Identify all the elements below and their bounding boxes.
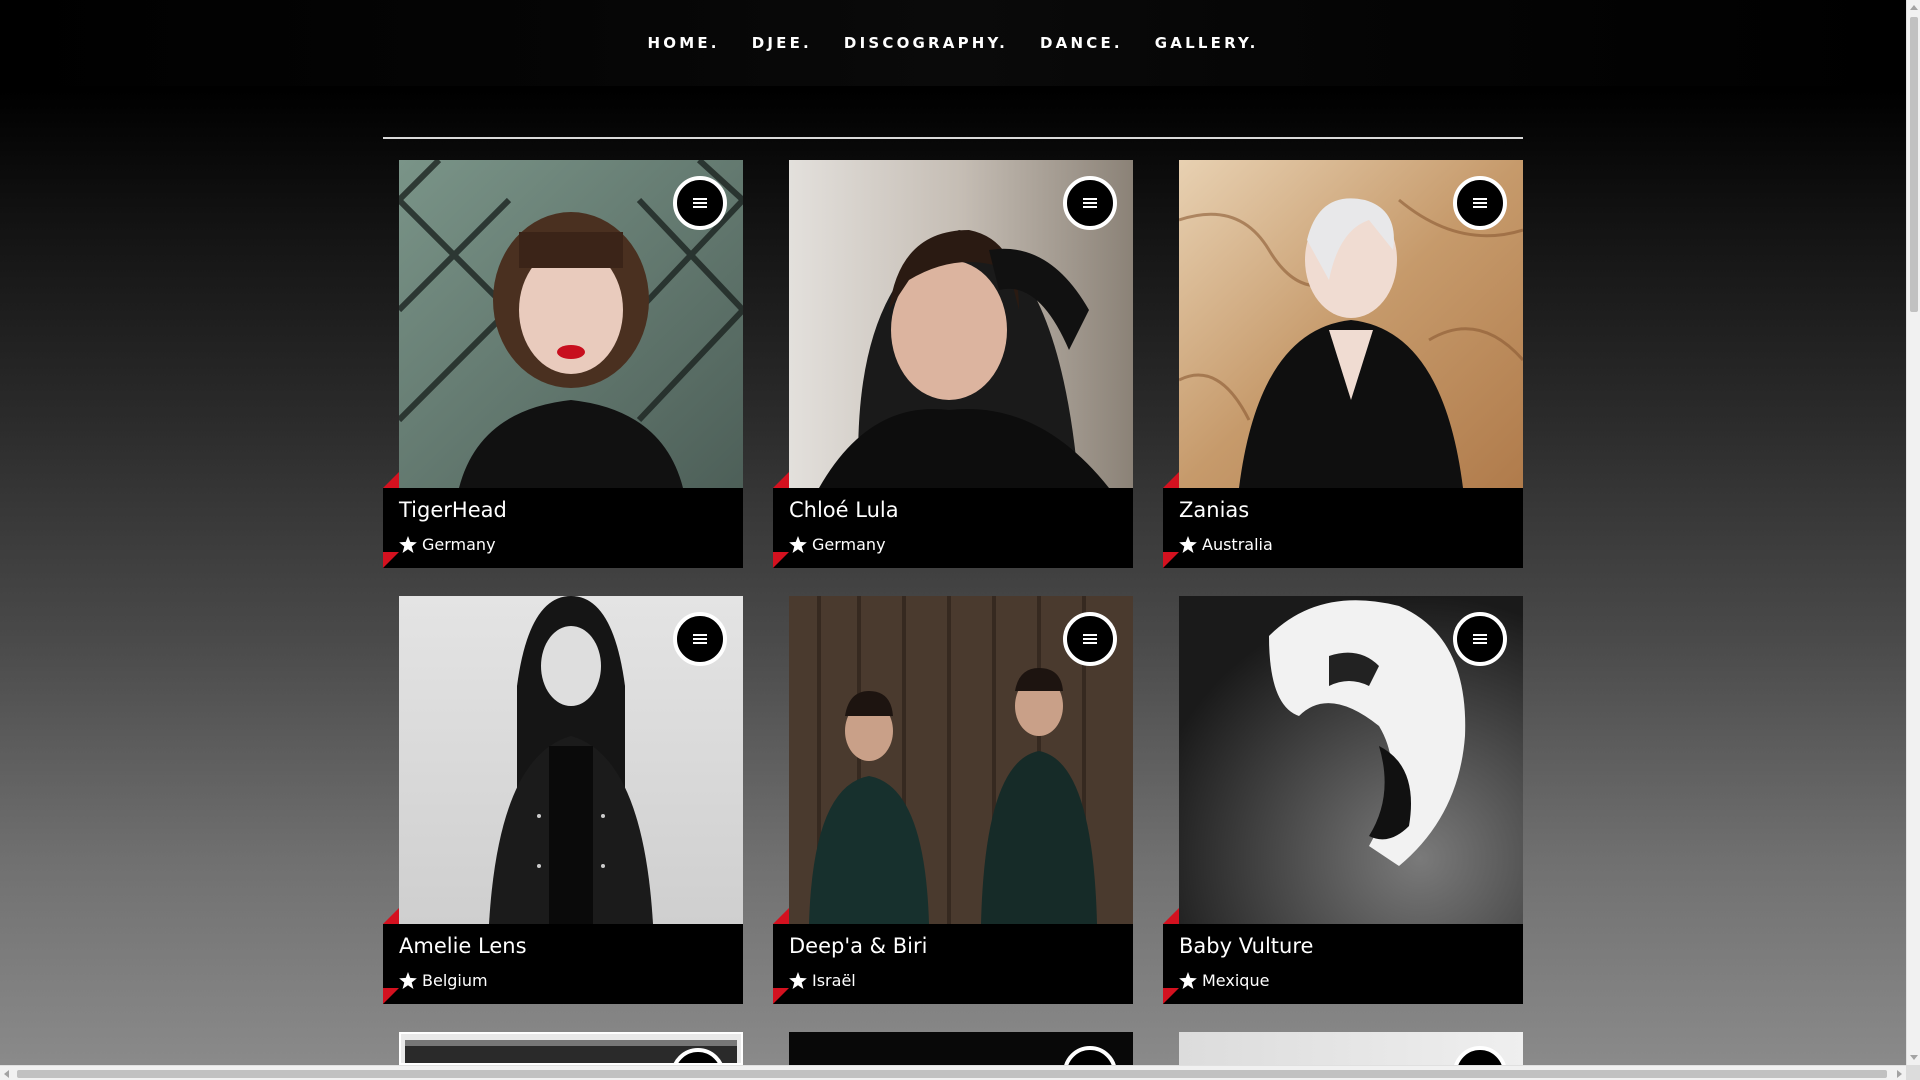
star-icon — [399, 972, 417, 989]
artist-photo[interactable] — [1179, 596, 1523, 924]
star-icon — [789, 972, 807, 989]
nav-djee[interactable]: DJEE. — [736, 34, 828, 52]
artist-caption: Baby Vulture Mexique — [1163, 924, 1523, 1004]
artist-card-partial[interactable] — [1163, 1032, 1523, 1065]
artist-card-partial[interactable] — [773, 1032, 1133, 1065]
accent-corner — [773, 552, 789, 568]
country-label: Germany — [812, 535, 886, 554]
nav-home[interactable]: HOME. — [632, 34, 736, 52]
artist-card-zanias[interactable]: Zanias Australia — [1163, 160, 1523, 568]
menu-button[interactable] — [1063, 1046, 1117, 1065]
artist-caption: TigerHead Germany — [383, 488, 743, 568]
accent-corner — [383, 908, 399, 924]
accent-corner — [773, 472, 789, 488]
star-icon — [1179, 536, 1197, 553]
artist-card-chloe-lula[interactable]: Chloé Lula Germany — [773, 160, 1133, 568]
accent-corner — [773, 908, 789, 924]
artist-country: Mexique — [1179, 971, 1269, 990]
artist-card-tigerhead[interactable]: TigerHead Germany — [383, 160, 743, 568]
artist-name[interactable]: Baby Vulture — [1179, 934, 1313, 958]
artist-photo[interactable] — [789, 596, 1133, 924]
artist-name[interactable]: Deep'a & Biri — [789, 934, 927, 958]
artist-name[interactable]: Zanias — [1179, 498, 1249, 522]
artist-country: Israël — [789, 971, 856, 990]
accent-corner — [1163, 988, 1179, 1004]
menu-button[interactable] — [1063, 612, 1117, 666]
country-label: Germany — [422, 535, 496, 554]
accent-corner — [383, 472, 399, 488]
artist-photo[interactable] — [789, 160, 1133, 488]
artist-card-amelie-lens[interactable]: Amelie Lens Belgium — [383, 596, 743, 1004]
artist-photo[interactable] — [1179, 1032, 1523, 1065]
menu-button[interactable] — [1453, 612, 1507, 666]
scrollbar-thumb[interactable] — [1910, 17, 1918, 312]
star-icon — [789, 536, 807, 553]
artist-name[interactable]: Chloé Lula — [789, 498, 899, 522]
artist-country: Germany — [399, 535, 496, 554]
artist-photo[interactable] — [1179, 160, 1523, 488]
country-label: Belgium — [422, 971, 488, 990]
nav-discography[interactable]: DISCOGRAPHY. — [828, 34, 1024, 52]
accent-corner — [383, 988, 399, 1004]
scroll-up-arrow-icon[interactable] — [1910, 5, 1918, 10]
accent-corner — [1163, 552, 1179, 568]
artist-name[interactable]: Amelie Lens — [399, 934, 527, 958]
artist-country: Belgium — [399, 971, 488, 990]
page-viewport: HOME. DJEE. DISCOGRAPHY. DANCE. GALLERY. — [0, 0, 1906, 1065]
menu-button[interactable] — [673, 176, 727, 230]
artist-photo[interactable] — [399, 596, 743, 924]
accent-corner — [1163, 472, 1179, 488]
menu-lines-icon — [693, 198, 707, 208]
star-icon — [399, 536, 417, 553]
vertical-scrollbar[interactable] — [1906, 0, 1920, 1065]
scrollbar-corner — [1906, 1065, 1920, 1080]
star-icon — [1179, 972, 1197, 989]
artist-card-baby-vulture[interactable]: Baby Vulture Mexique — [1163, 596, 1523, 1004]
scroll-down-arrow-icon[interactable] — [1910, 1055, 1918, 1060]
scroll-left-arrow-icon[interactable] — [4, 1070, 9, 1078]
main-nav: HOME. DJEE. DISCOGRAPHY. DANCE. GALLERY. — [0, 0, 1906, 86]
accent-corner — [773, 988, 789, 1004]
artist-caption: Chloé Lula Germany — [773, 488, 1133, 568]
artist-caption: Amelie Lens Belgium — [383, 924, 743, 1004]
artist-caption: Zanias Australia — [1163, 488, 1523, 568]
country-label: Australia — [1202, 535, 1273, 554]
nav-gallery[interactable]: GALLERY. — [1139, 34, 1275, 52]
artist-card-partial[interactable] — [383, 1032, 743, 1065]
menu-lines-icon — [1473, 198, 1487, 208]
artist-caption: Deep'a & Biri Israël — [773, 924, 1133, 1004]
menu-button[interactable] — [1453, 176, 1507, 230]
scroll-right-arrow-icon[interactable] — [1897, 1070, 1902, 1078]
menu-lines-icon — [1473, 634, 1487, 644]
accent-corner — [1163, 908, 1179, 924]
scrollbar-thumb[interactable] — [17, 1070, 1887, 1078]
artist-country: Germany — [789, 535, 886, 554]
country-label: Mexique — [1202, 971, 1270, 990]
artist-name[interactable]: TigerHead — [399, 498, 507, 522]
nav-dance[interactable]: DANCE. — [1024, 34, 1139, 52]
horizontal-scrollbar[interactable] — [0, 1065, 1906, 1080]
country-label: Israël — [812, 971, 856, 990]
accent-corner — [383, 552, 399, 568]
menu-button[interactable] — [1453, 1046, 1507, 1065]
menu-lines-icon — [693, 634, 707, 644]
menu-lines-icon — [1083, 634, 1097, 644]
menu-lines-icon — [1083, 198, 1097, 208]
artist-card-deepa-biri[interactable]: Deep'a & Biri Israël — [773, 596, 1133, 1004]
artist-country: Australia — [1179, 535, 1273, 554]
artist-photo[interactable] — [399, 1032, 743, 1065]
artist-photo[interactable] — [789, 1032, 1133, 1065]
artist-photo[interactable] — [399, 160, 743, 488]
menu-button[interactable] — [673, 612, 727, 666]
menu-button[interactable] — [1063, 176, 1117, 230]
header-divider — [383, 137, 1523, 139]
